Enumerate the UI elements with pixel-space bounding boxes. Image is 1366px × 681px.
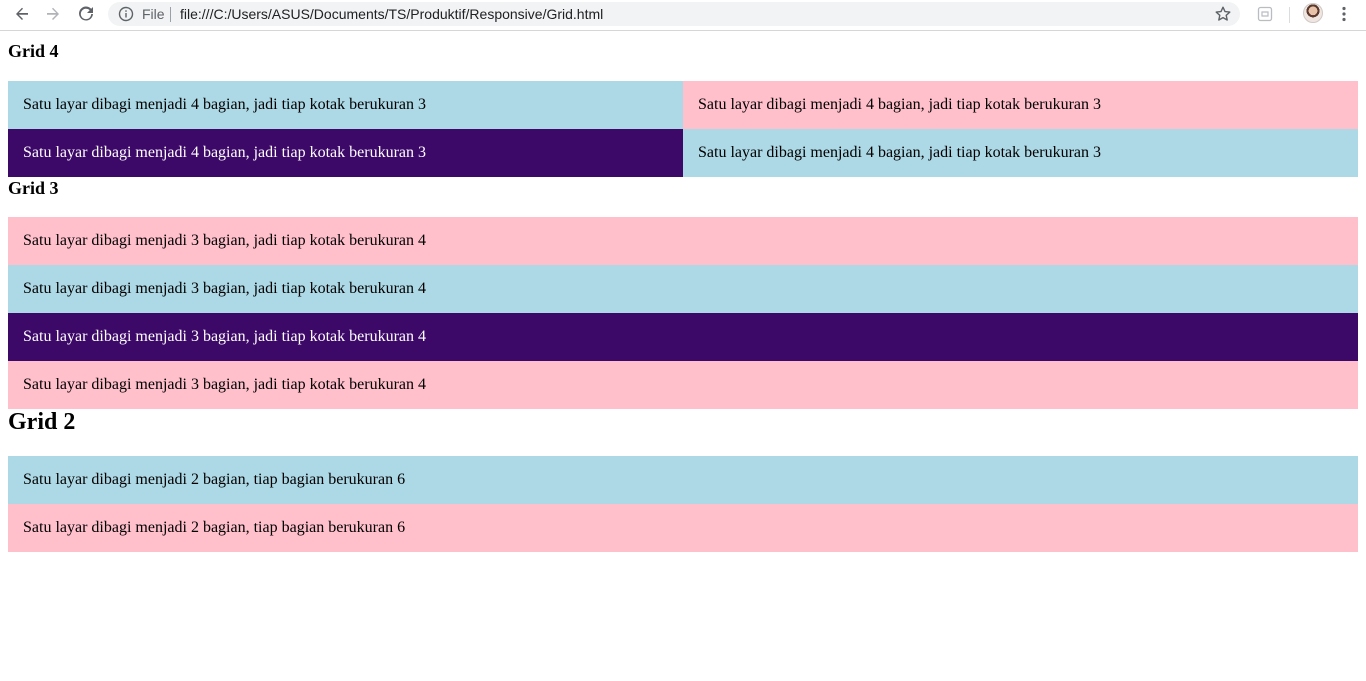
reload-button[interactable]	[73, 3, 99, 25]
grid4-heading: Grid 4	[8, 41, 59, 61]
forward-button[interactable]	[40, 3, 66, 25]
address-bar[interactable]: File file:///C:/Users/ASUS/Documents/TS/…	[108, 2, 1240, 26]
grid3-cell-1: Satu layar dibagi menjadi 3 bagian, jadi…	[8, 217, 1358, 265]
browser-toolbar: File file:///C:/Users/ASUS/Documents/TS/…	[0, 0, 1366, 31]
grid4-cell-4: Satu layar dibagi menjadi 4 bagian, jadi…	[683, 129, 1358, 177]
profile-avatar[interactable]	[1303, 3, 1323, 23]
info-icon[interactable]	[118, 6, 134, 22]
grid4-cell-1: Satu layar dibagi menjadi 4 bagian, jadi…	[8, 81, 683, 129]
bookmark-star-icon[interactable]	[1214, 5, 1232, 23]
grid3-heading: Grid 3	[8, 178, 59, 198]
grid4-cell-2: Satu layar dibagi menjadi 4 bagian, jadi…	[683, 81, 1358, 129]
scheme-label: File	[142, 6, 165, 22]
grid2-cell-1: Satu layar dibagi menjadi 2 bagian, tiap…	[8, 456, 1358, 504]
url-text[interactable]: file:///C:/Users/ASUS/Documents/TS/Produ…	[180, 6, 603, 22]
toolbar-divider	[1289, 7, 1290, 23]
forward-arrow-icon	[47, 7, 59, 20]
back-button[interactable]	[9, 3, 35, 25]
extension-icon[interactable]	[1256, 5, 1274, 23]
grid3-cell-4: Satu layar dibagi menjadi 3 bagian, jadi…	[8, 361, 1358, 409]
more-menu-icon[interactable]	[1336, 5, 1352, 23]
reload-icon	[79, 6, 93, 21]
grid3-cell-2: Satu layar dibagi menjadi 3 bagian, jadi…	[8, 265, 1358, 313]
back-arrow-icon	[16, 7, 28, 20]
grid2-cell-2: Satu layar dibagi menjadi 2 bagian, tiap…	[8, 504, 1358, 552]
omnibox-separator	[170, 7, 171, 22]
grid2-heading: Grid 2	[8, 409, 76, 435]
grid4-cell-3: Satu layar dibagi menjadi 4 bagian, jadi…	[8, 129, 683, 177]
grid3-cell-3: Satu layar dibagi menjadi 3 bagian, jadi…	[8, 313, 1358, 361]
